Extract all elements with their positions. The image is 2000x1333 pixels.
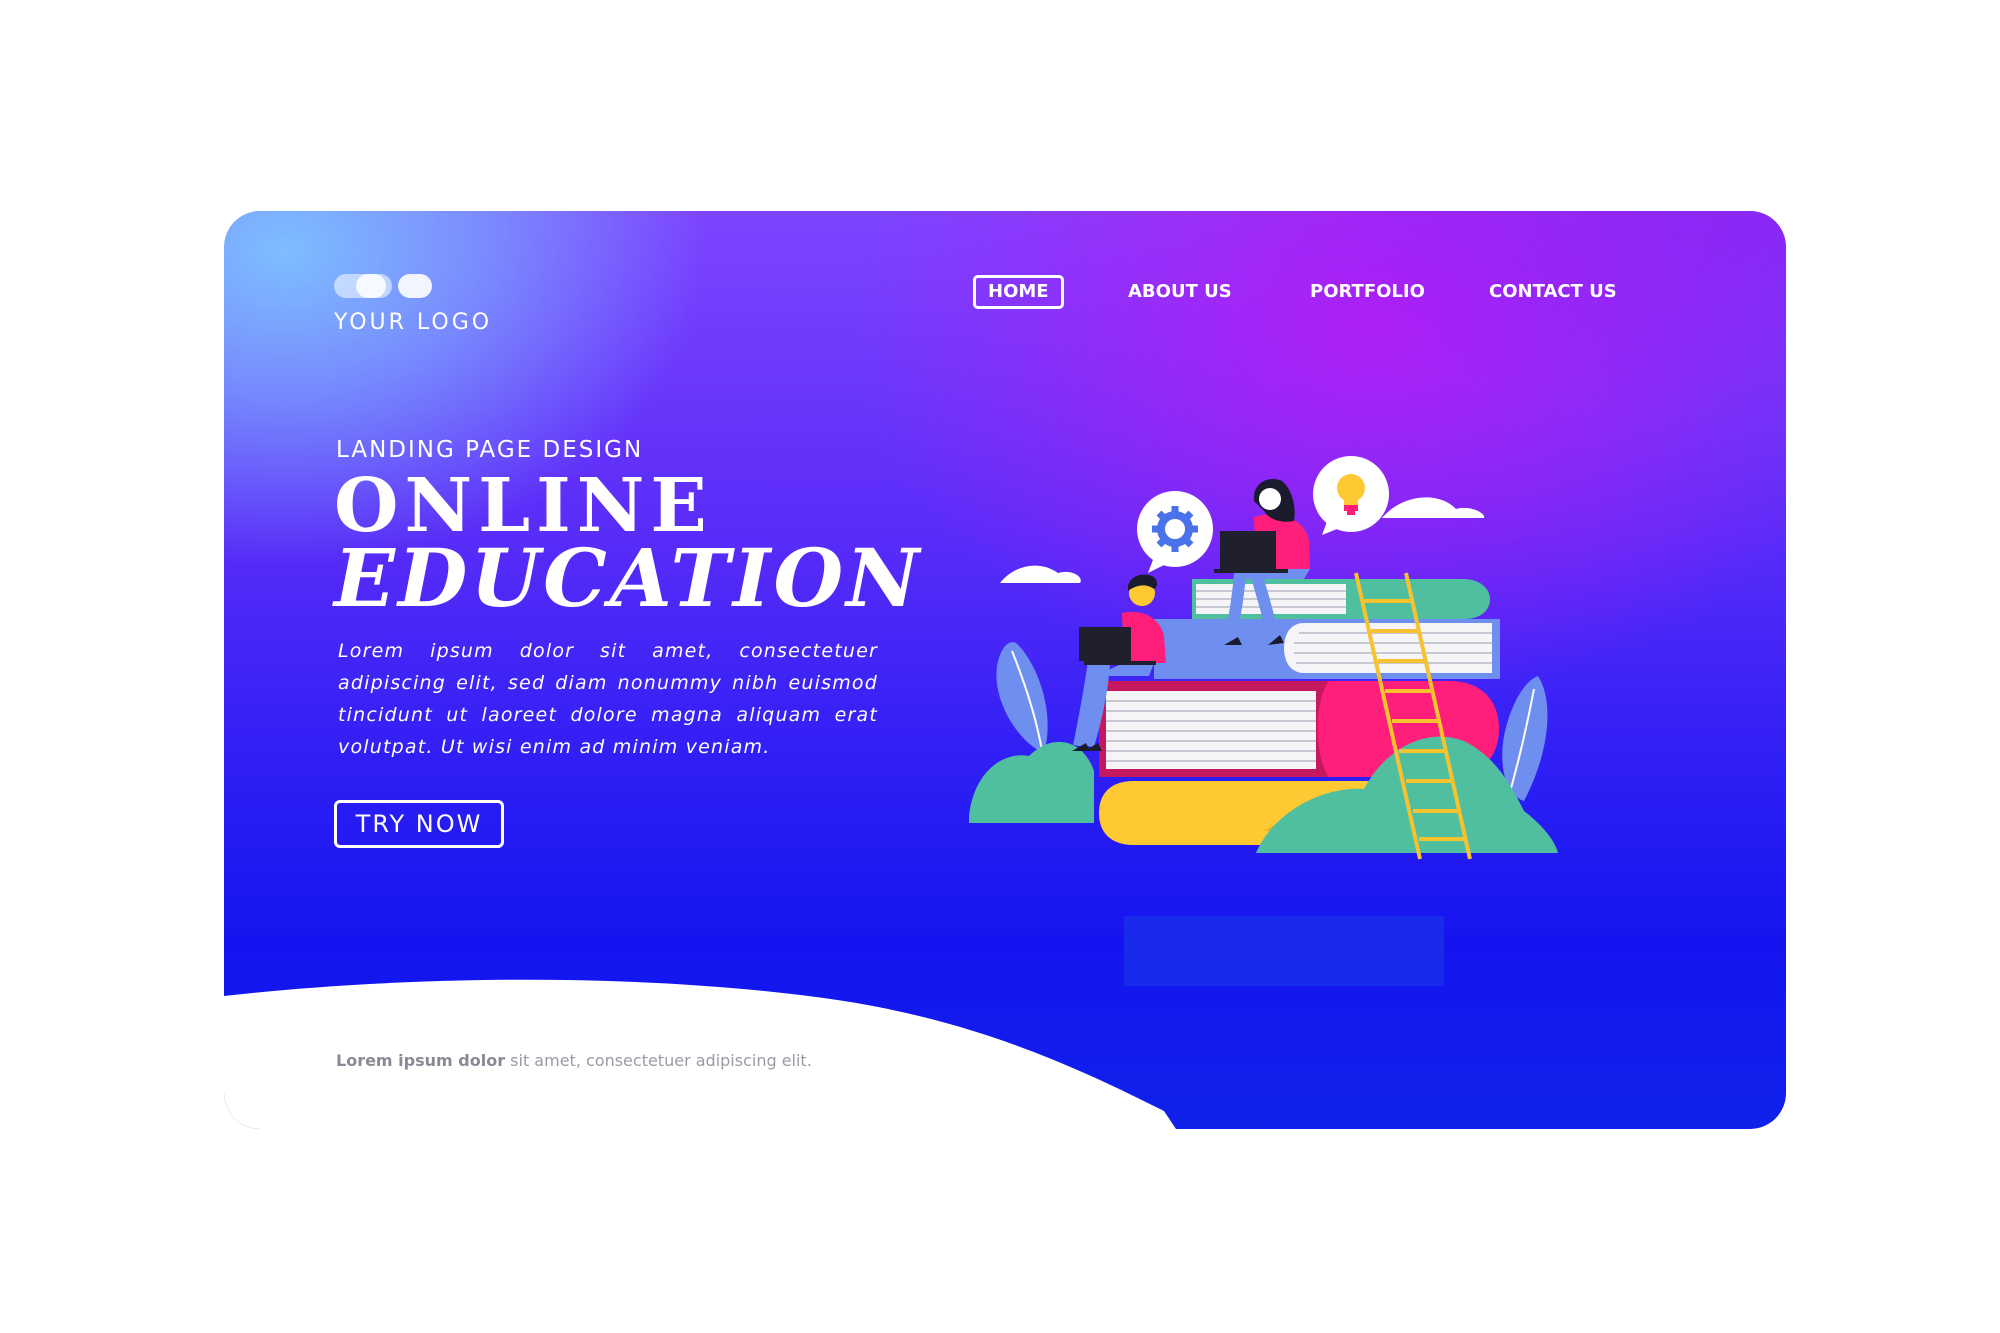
landing-page-card: YOUR LOGO HOME ABOUT US PORTFOLIO CONTAC… [224,211,1786,1129]
cloud-right [1382,497,1485,518]
education-illustration [969,456,1558,986]
reflection [1124,916,1444,986]
gear-speech-bubble [1137,491,1213,573]
leaf-plant-left [996,642,1048,753]
cloud-left [1000,565,1081,583]
lightbulb-speech-bubble [1313,456,1389,535]
hill-left [969,741,1094,823]
leaf-plant-right [1502,676,1548,801]
